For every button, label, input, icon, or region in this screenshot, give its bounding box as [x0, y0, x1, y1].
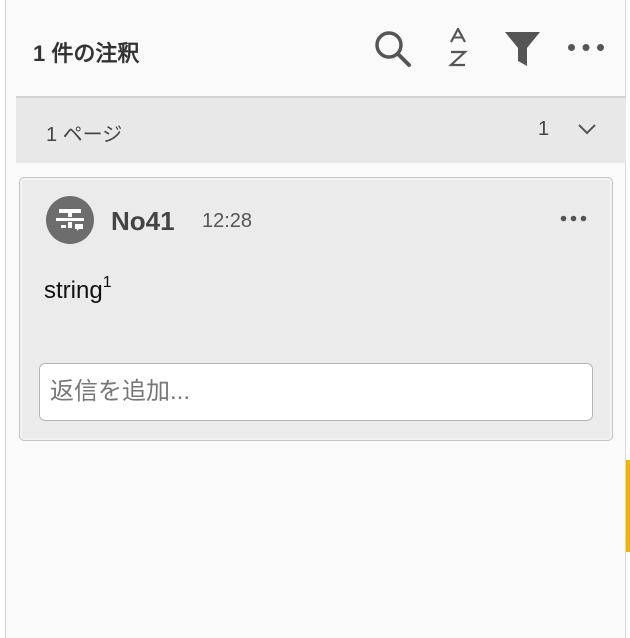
- chevron-down-icon[interactable]: [577, 122, 597, 136]
- page-group-count: 1: [538, 118, 550, 140]
- more-icon[interactable]: [567, 43, 605, 52]
- comment-card[interactable]: No41 12:28 string1: [19, 177, 613, 441]
- highlight-marker: [626, 460, 630, 552]
- comment-time: 12:28: [202, 210, 253, 232]
- page-group-label: 1 ページ: [46, 124, 123, 146]
- comment-text: string1: [44, 274, 112, 305]
- search-icon[interactable]: [372, 28, 412, 68]
- reply-input[interactable]: [39, 363, 593, 421]
- comments-count-title: 1 件の注釈: [33, 41, 140, 66]
- page-group-header[interactable]: 1 ページ 1: [16, 98, 626, 163]
- avatar: [46, 196, 94, 244]
- strikethrough-text-icon: [56, 209, 84, 231]
- comment-superscript: 1: [102, 274, 112, 291]
- comment-more-icon[interactable]: [560, 215, 587, 222]
- comment-author: No41: [111, 206, 175, 236]
- comment-text-main: string: [44, 277, 103, 304]
- sort-az-icon[interactable]: [446, 28, 470, 68]
- filter-icon[interactable]: [504, 31, 541, 67]
